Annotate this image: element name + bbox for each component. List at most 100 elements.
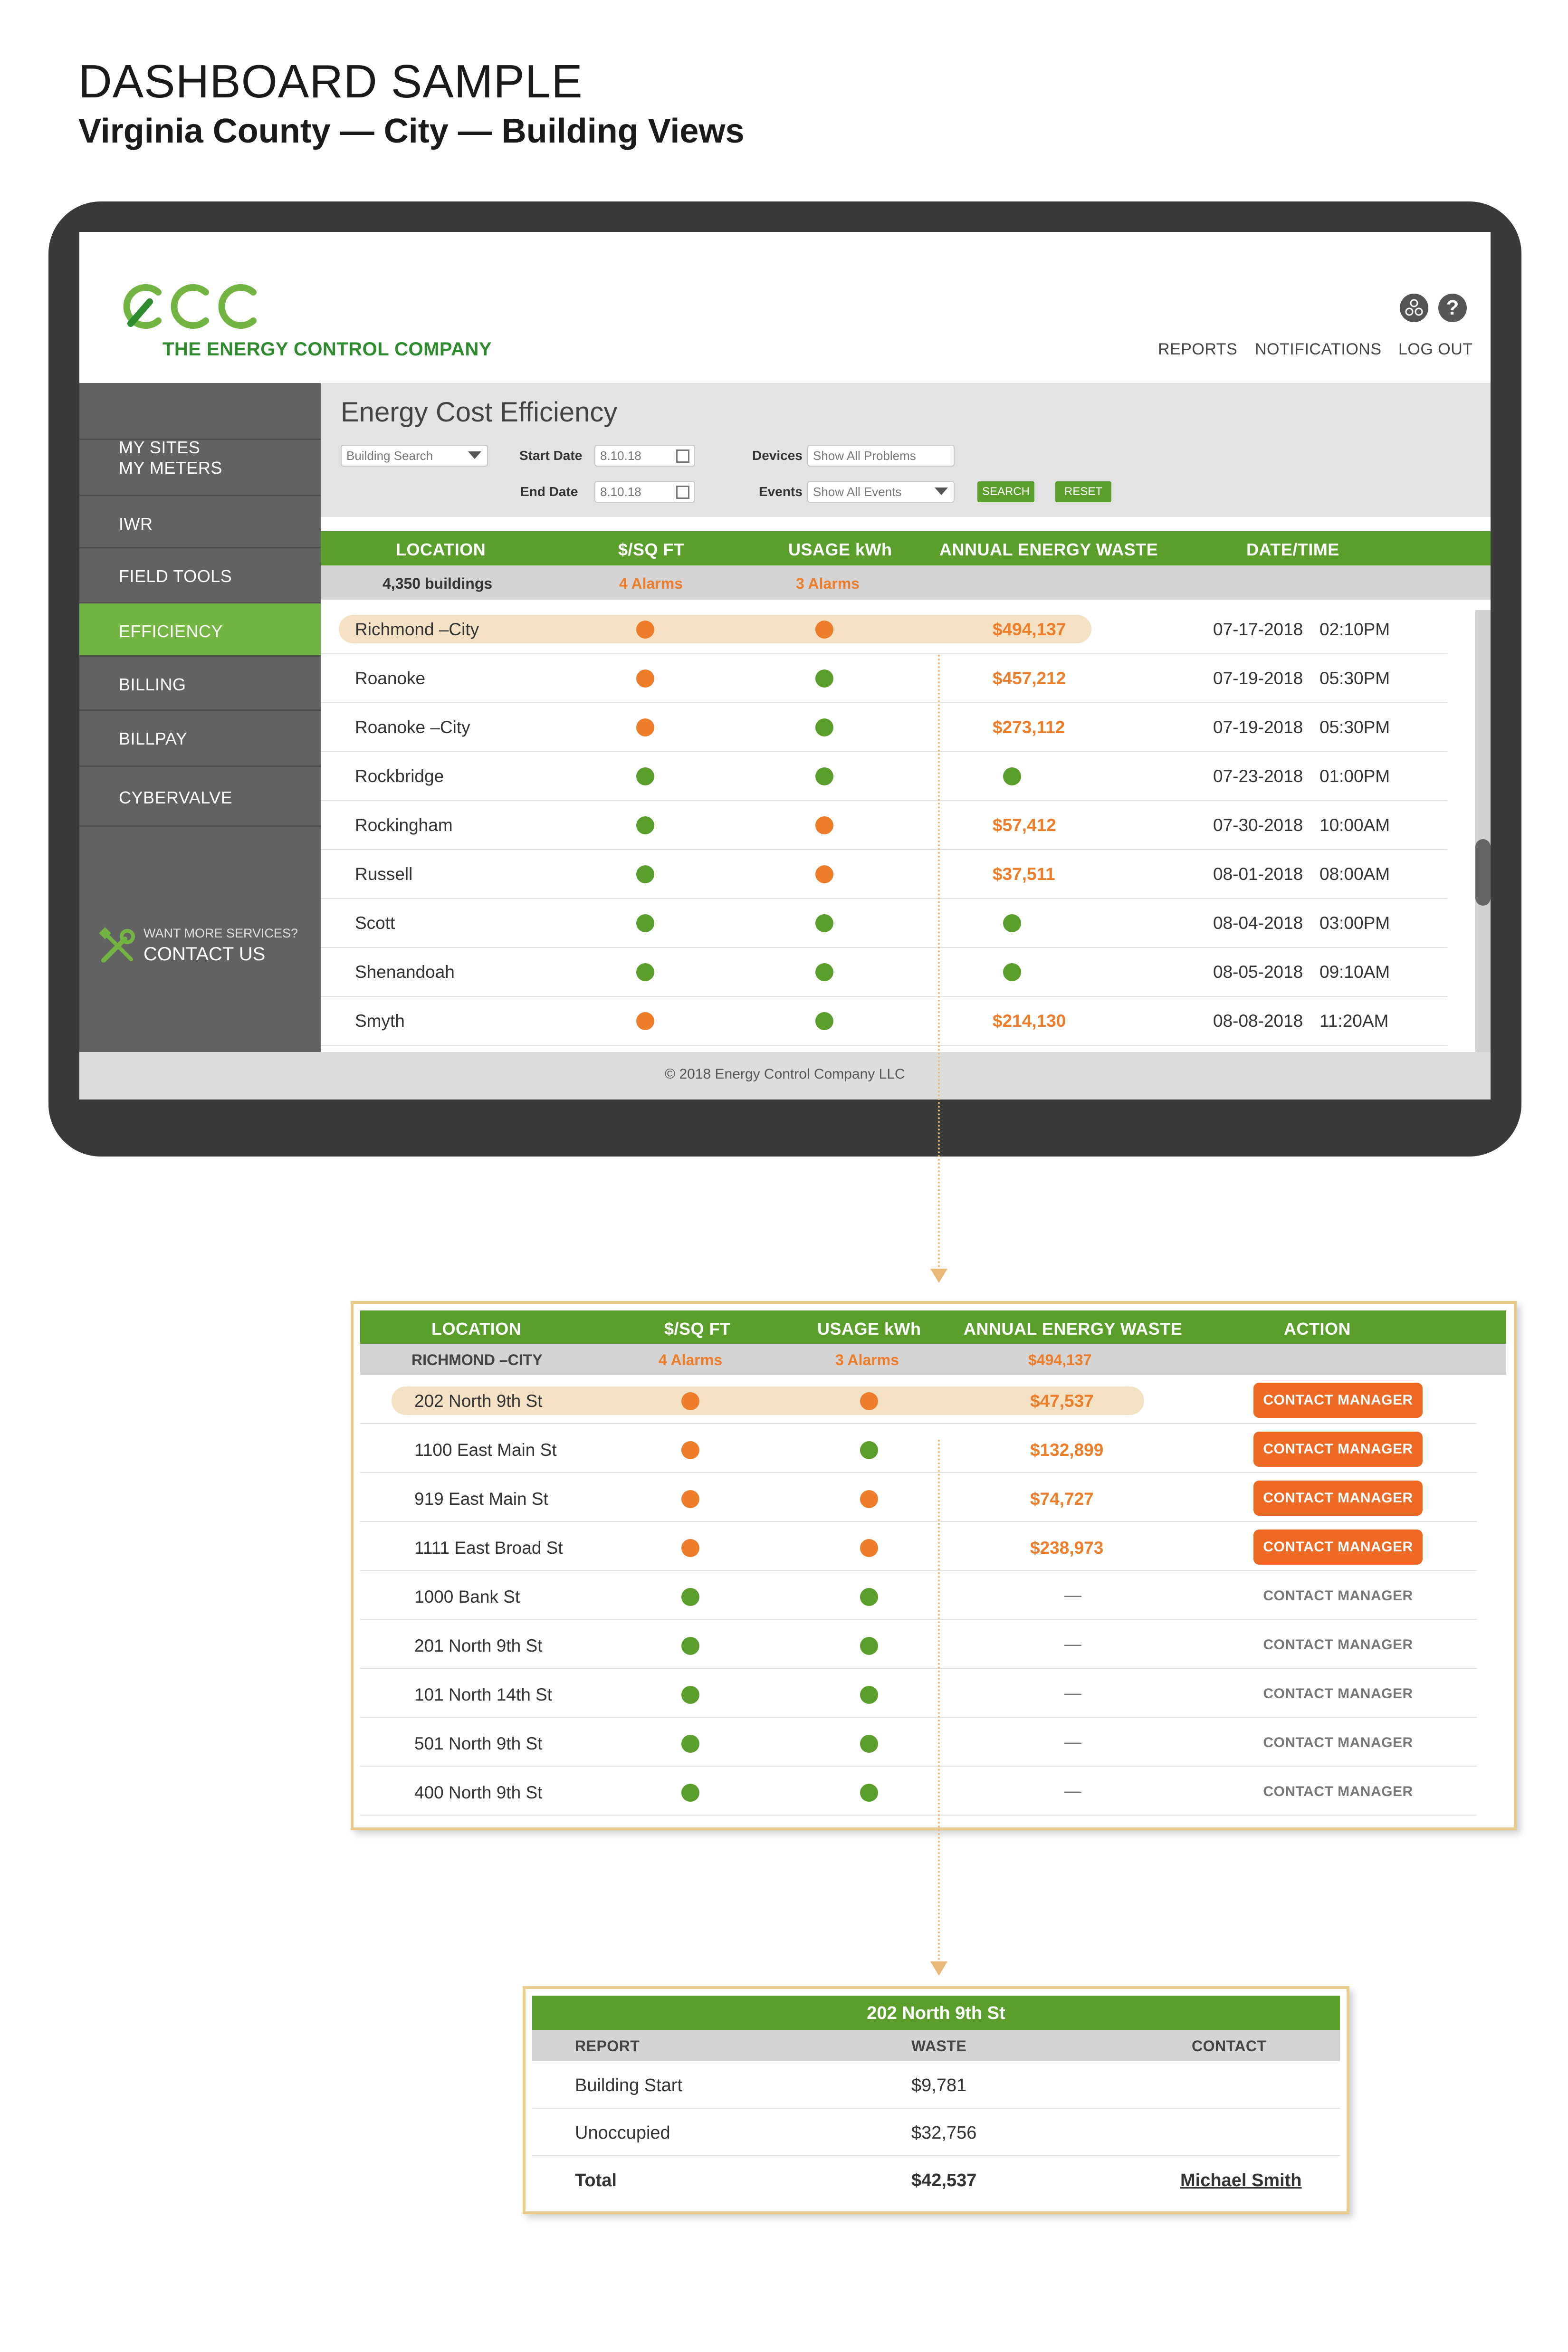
waste-none: — [1064,1585,1081,1605]
table-row[interactable]: Roanoke $457,212 07-19-2018 05:30PM [321,654,1448,703]
search-button[interactable]: SEARCH [977,481,1034,502]
building-detail-panel: 202 North 9th St REPORT WASTE CONTACT Bu… [523,1986,1349,2214]
contact-manager-button[interactable]: CONTACT MANAGER [1253,1481,1423,1516]
sidebar-item-efficiency[interactable]: EFFICIENCY [79,603,321,657]
waste-value: $214,130 [993,1011,1066,1031]
sqft-status-green [681,1735,699,1753]
address: 501 North 9th St [414,1734,543,1753]
col-contact: CONTACT [1192,2037,1267,2055]
events-select[interactable]: Show All Events [807,481,955,503]
contact-manager-link[interactable]: CONTACT MANAGER [1253,1784,1423,1800]
col-location[interactable]: LOCATION [431,1319,521,1339]
waste-none: — [1064,1634,1081,1654]
col-sqft[interactable]: $/SQ FT [618,540,685,560]
time-value: 05:30PM [1319,669,1390,688]
contact-manager-link[interactable]: CONTACT MANAGER [1253,1588,1423,1604]
table-row[interactable]: 501 North 9th St — CONTACT MANAGER [360,1718,1477,1767]
col-annual-waste[interactable]: ANNUAL ENERGY WASTE [939,540,1158,560]
network-icon[interactable] [1400,294,1428,322]
app-screen: THE ENERGY CONTROL COMPANY ? REPORTS NOT… [79,232,1491,1100]
contact-manager-link[interactable]: CONTACT MANAGER [1253,1686,1423,1702]
sqft-status-orange [681,1539,699,1557]
location-name: Shenandoah [355,962,455,982]
city-detail-panel: LOCATION $/SQ FT USAGE kWh ANNUAL ENERGY… [351,1301,1517,1830]
city-summary-row: RICHMOND –CITY 4 Alarms 3 Alarms $494,13… [360,1344,1506,1375]
table-row[interactable]: 202 North 9th St $47,537 CONTACT MANAGER [360,1375,1477,1424]
end-date-field[interactable]: 8.10.18 [594,481,695,503]
col-annual-waste[interactable]: ANNUAL ENERGY WASTE [964,1319,1182,1339]
sidebar-item-my-sites[interactable]: MY SITES [79,383,321,457]
main-content: Energy Cost Efficiency Building Search S… [321,383,1491,1057]
help-icon[interactable]: ? [1438,294,1467,322]
col-sqft[interactable]: $/SQ FT [664,1319,731,1339]
summary-sqft-alarms: 4 Alarms [659,1351,722,1368]
usage-status-green [860,1784,878,1802]
col-usage[interactable]: USAGE kWh [788,540,892,560]
reset-button[interactable]: RESET [1055,481,1111,502]
waste-value: $57,412 [993,815,1056,835]
table-row[interactable]: 201 North 9th St — CONTACT MANAGER [360,1620,1477,1669]
usage-status-green [860,1441,878,1459]
start-date-field[interactable]: 8.10.18 [594,445,695,467]
sidebar-item-billpay[interactable]: BILLPAY [79,711,321,767]
sidebar-item-field-tools[interactable]: FIELD TOOLS [79,548,321,603]
contact-manager-button[interactable]: CONTACT MANAGER [1253,1432,1423,1467]
sidebar-item-cybervalve[interactable]: CYBERVALVE [79,767,321,827]
waste-status-ok [1003,767,1021,785]
contact-us-link[interactable]: WANT MORE SERVICES? CONTACT US [96,922,315,979]
sidebar-item-billing[interactable]: BILLING [79,657,321,711]
waste-value: $132,899 [1030,1440,1104,1460]
devices-select[interactable]: Show All Problems [807,445,955,467]
table-row[interactable]: Roanoke –City $273,112 07-19-2018 05:30PM [321,703,1448,752]
summary-sqft-alarms: 4 Alarms [619,575,683,592]
usage-status-orange [815,865,833,883]
address: 101 North 14th St [414,1685,553,1704]
col-location[interactable]: LOCATION [396,540,486,560]
contact-manager-link[interactable]: CONTACT MANAGER [1253,1735,1423,1751]
table-row[interactable]: Rockbridge 07-23-2018 01:00PM [321,752,1448,801]
col-date-time[interactable]: DATE/TIME [1246,540,1339,560]
scrollbar-track[interactable] [1475,610,1491,1057]
table-row[interactable]: 101 North 14th St — CONTACT MANAGER [360,1669,1477,1718]
table-row[interactable]: Shenandoah 08-05-2018 09:10AM [321,948,1448,997]
usage-status-green [815,1012,833,1030]
table-row[interactable]: 400 North 9th St — CONTACT MANAGER [360,1767,1477,1816]
contact-manager-button[interactable]: CONTACT MANAGER [1253,1383,1423,1418]
chevron-down-icon [935,488,948,495]
usage-status-green [815,914,833,932]
city-table-header: LOCATION $/SQ FT USAGE kWh ANNUAL ENERGY… [360,1310,1506,1344]
table-row[interactable]: Scott 08-04-2018 03:00PM [321,899,1448,948]
date-value: 08-08-2018 [1213,1011,1303,1031]
table-row[interactable]: 1111 East Broad St $238,973 CONTACT MANAGE… [360,1522,1477,1571]
sidebar-item-my-meters[interactable]: MY METERS [79,440,321,496]
sidebar-item-label: BILLPAY [119,729,188,748]
nav-log-out[interactable]: LOG OUT [1398,340,1473,359]
location-name: Richmond –City [355,620,479,639]
nav-notifications[interactable]: NOTIFICATIONS [1255,340,1382,359]
table-row[interactable]: 1100 East Main St $132,899 CONTACT MANAGER [360,1424,1477,1473]
sqft-status-green [681,1588,699,1606]
time-value: 08:00AM [1319,864,1390,884]
table-row[interactable]: Russell $37,511 08-01-2018 08:00AM [321,850,1448,899]
nav-reports[interactable]: REPORTS [1158,340,1237,359]
table-row[interactable]: Richmond –City $494,137 07-17-2018 02:10PM [321,605,1448,654]
location-name: Rockingham [355,815,453,835]
contact-manager-button[interactable]: CONTACT MANAGER [1253,1530,1423,1565]
col-action[interactable]: ACTION [1284,1319,1351,1339]
table-row[interactable]: Rockingham $57,412 07-30-2018 10:00AM [321,801,1448,850]
address: 400 North 9th St [414,1783,543,1802]
col-usage[interactable]: USAGE kWh [817,1319,921,1339]
table-row[interactable]: 919 East Main St $74,727 CONTACT MANAGER [360,1473,1477,1522]
contact-manager-link[interactable]: CONTACT MANAGER [1253,1637,1423,1653]
end-date-label: End Date [520,484,578,499]
contact-link[interactable]: Michael Smith [1180,2170,1302,2191]
sidebar-item-iwr[interactable]: IWR [79,496,321,548]
table-row[interactable]: 1000 Bank St — CONTACT MANAGER [360,1571,1477,1620]
address: 1111 East Broad St [414,1538,563,1558]
table-row[interactable]: Smyth $214,130 08-08-2018 11:20AM [321,997,1448,1046]
table-header: LOCATION $/SQ FT USAGE kWh ANNUAL ENERGY… [321,531,1491,565]
scrollbar-thumb[interactable] [1475,839,1491,906]
sqft-status-green [681,1686,699,1704]
building-search-select[interactable]: Building Search [341,445,488,467]
time-value: 02:10PM [1319,620,1390,639]
